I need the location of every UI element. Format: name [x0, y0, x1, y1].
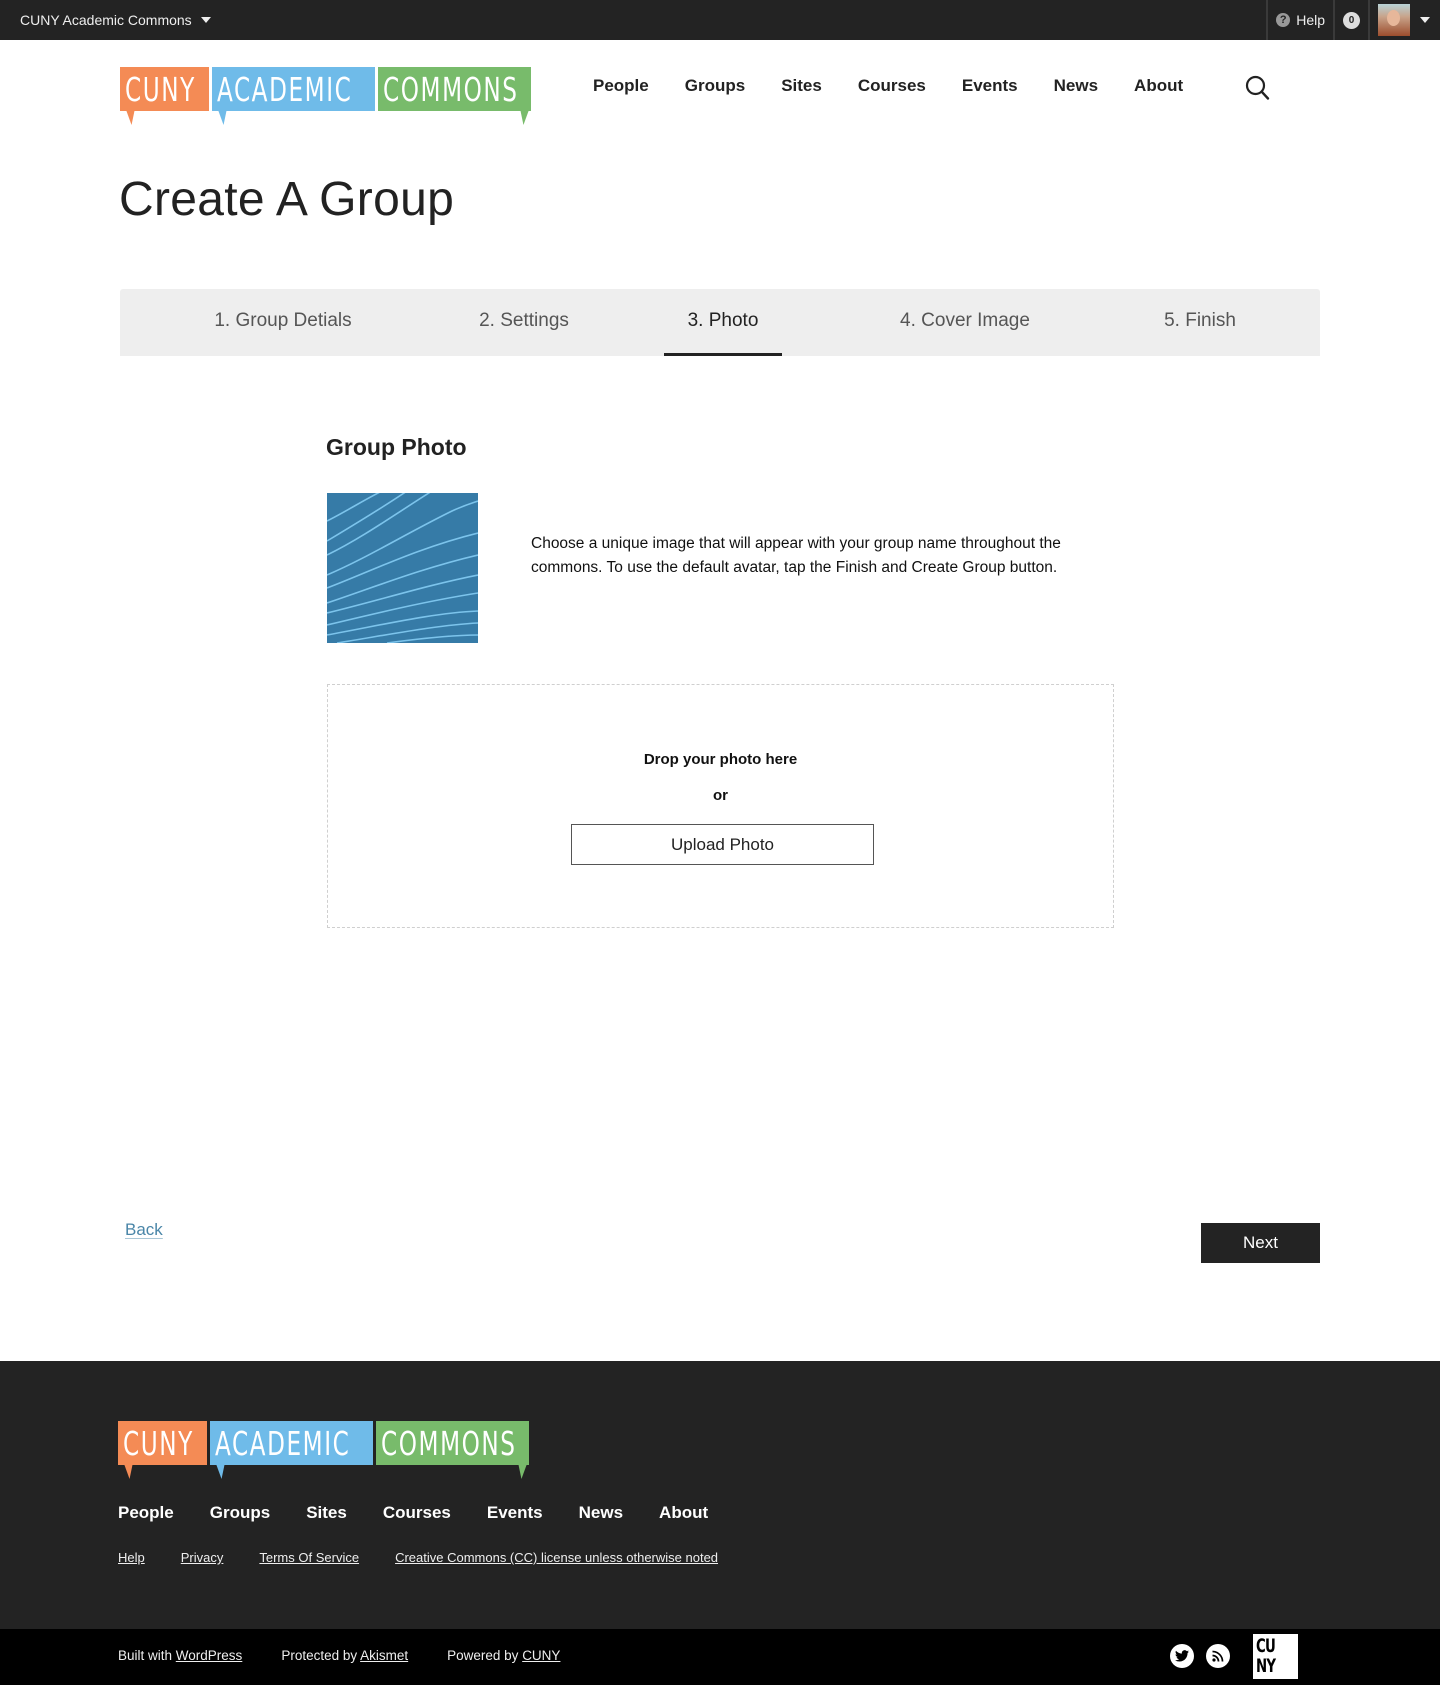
logo-part-cuny: CUNY: [120, 67, 209, 125]
notification-count-badge: 0: [1343, 11, 1360, 29]
credit-cuny: Powered by CUNY: [447, 1648, 561, 1663]
user-account-menu[interactable]: [1368, 0, 1440, 40]
next-button[interactable]: Next: [1201, 1223, 1320, 1263]
logo-part-academic: ACADEMIC: [212, 67, 375, 125]
footer-nav-people[interactable]: People: [118, 1503, 174, 1523]
footer-link-privacy[interactable]: Privacy: [181, 1550, 224, 1565]
footer-link-terms[interactable]: Terms Of Service: [259, 1550, 359, 1565]
nav-item-sites[interactable]: Sites: [781, 76, 822, 96]
footer-nav-sites[interactable]: Sites: [306, 1503, 347, 1523]
drop-instructions: Drop your photo here: [643, 751, 798, 768]
group-photo-heading: Group Photo: [326, 434, 467, 460]
credit-wordpress: Built with WordPress: [118, 1648, 243, 1663]
footer-nav-groups[interactable]: Groups: [210, 1503, 270, 1523]
admin-bar: CUNY Academic Commons ? Help 0: [0, 0, 1440, 40]
back-link[interactable]: Back: [125, 1220, 163, 1240]
footer-link-license[interactable]: Creative Commons (CC) license unless oth…: [395, 1550, 718, 1565]
nav-item-news[interactable]: News: [1054, 76, 1098, 96]
help-menu[interactable]: ? Help: [1266, 0, 1333, 40]
wave-pattern-image: [327, 493, 478, 643]
caret-down-icon: [200, 17, 211, 23]
footer-nav-events[interactable]: Events: [487, 1503, 543, 1523]
footer-nav-about[interactable]: About: [659, 1503, 708, 1523]
step-finish[interactable]: 5. Finish: [1150, 289, 1250, 356]
logo-part-cuny: CUNY: [118, 1421, 207, 1479]
cuny-logo[interactable]: CU NY: [1253, 1634, 1298, 1679]
rss-icon: [1212, 1650, 1224, 1662]
twitter-icon: [1175, 1650, 1189, 1662]
group-avatar-preview: [327, 493, 478, 643]
step-cover-image[interactable]: 4. Cover Image: [885, 289, 1045, 356]
step-photo[interactable]: 3. Photo: [664, 289, 782, 356]
twitter-link[interactable]: [1170, 1644, 1194, 1668]
logo-part-commons: COMMONS: [378, 67, 531, 125]
or-separator: or: [713, 787, 728, 804]
page-title: Create A Group: [119, 173, 455, 226]
nav-item-events[interactable]: Events: [962, 76, 1018, 96]
step-settings[interactable]: 2. Settings: [464, 289, 584, 356]
site-footer: CUNY ACADEMIC COMMONS People Groups Site…: [0, 1361, 1440, 1629]
caret-down-icon: [1420, 17, 1430, 23]
footer-nav-news[interactable]: News: [579, 1503, 623, 1523]
photo-dropzone[interactable]: Drop your photo here or Upload Photo: [327, 684, 1114, 928]
step-group-details[interactable]: 1. Group Detials: [203, 289, 363, 356]
logo-part-commons: COMMONS: [376, 1421, 529, 1479]
search-button[interactable]: [1244, 74, 1272, 102]
logo-part-academic: ACADEMIC: [210, 1421, 373, 1479]
footer-logo[interactable]: CUNY ACADEMIC COMMONS: [118, 1421, 529, 1479]
wordpress-link[interactable]: WordPress: [176, 1648, 243, 1663]
group-photo-description: Choose a unique image that will appear w…: [531, 535, 1061, 576]
nav-item-groups[interactable]: Groups: [685, 76, 745, 96]
upload-photo-button[interactable]: Upload Photo: [571, 824, 874, 865]
credit-akismet: Protected by Akismet: [281, 1648, 409, 1663]
nav-item-about[interactable]: About: [1134, 76, 1183, 96]
nav-item-courses[interactable]: Courses: [858, 76, 926, 96]
search-icon: [1245, 75, 1270, 100]
footer-nav: People Groups Sites Courses Events News …: [118, 1503, 744, 1523]
question-circle-icon: ?: [1276, 13, 1291, 27]
akismet-link[interactable]: Akismet: [360, 1648, 408, 1663]
rss-link[interactable]: [1206, 1644, 1230, 1668]
cuny-link[interactable]: CUNY: [522, 1648, 560, 1663]
site-logo[interactable]: CUNY ACADEMIC COMMONS: [120, 67, 531, 125]
footer-link-help[interactable]: Help: [118, 1550, 145, 1565]
nav-item-people[interactable]: People: [593, 76, 649, 96]
user-avatar: [1378, 4, 1410, 36]
main-nav: People Groups Sites Courses Events News …: [593, 76, 1219, 96]
bottom-bar: Built with WordPress Protected by Akisme…: [0, 1629, 1440, 1685]
footer-links: Help Privacy Terms Of Service Creative C…: [118, 1550, 754, 1565]
footer-nav-courses[interactable]: Courses: [383, 1503, 451, 1523]
help-label: Help: [1296, 12, 1325, 28]
notifications-button[interactable]: 0: [1333, 0, 1368, 40]
site-name: CUNY Academic Commons: [20, 12, 192, 28]
credits: Built with WordPress Protected by Akisme…: [118, 1648, 599, 1663]
site-switcher[interactable]: CUNY Academic Commons: [20, 0, 211, 40]
wizard-steps: 1. Group Detials 2. Settings 3. Photo 4.…: [120, 289, 1320, 356]
